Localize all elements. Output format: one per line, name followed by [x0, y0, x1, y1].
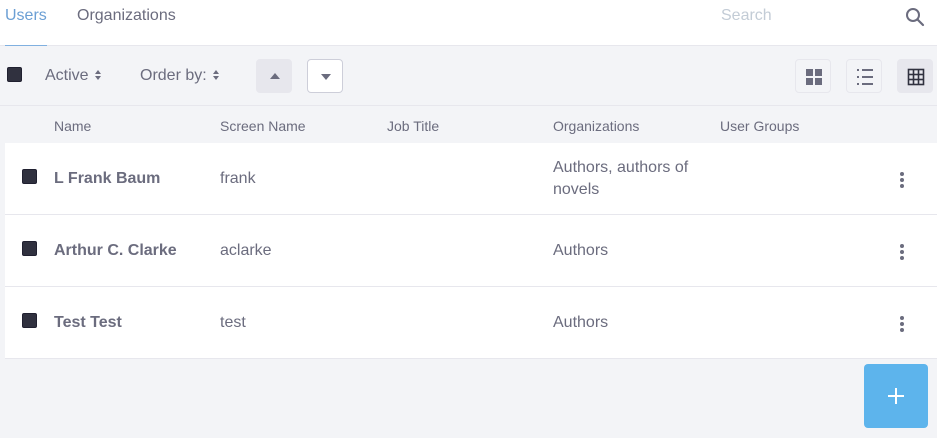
order-by-dropdown[interactable]: Order by:: [140, 67, 221, 85]
tab-users[interactable]: Users: [5, 0, 47, 47]
caret-up-down-icon: [94, 69, 103, 81]
sort-descending-button[interactable]: [307, 59, 343, 93]
row-checkbox[interactable]: [22, 313, 37, 328]
search-icon[interactable]: [904, 6, 926, 28]
caret-up-down-icon: [212, 69, 221, 81]
top-navigation: Users Organizations: [0, 0, 937, 47]
kebab-menu-icon[interactable]: [892, 242, 912, 262]
row-checkbox[interactable]: [22, 241, 37, 256]
search-input[interactable]: [712, 2, 892, 30]
organizations: Authors, authors of novels: [553, 159, 689, 198]
list-icon: [857, 69, 873, 85]
column-header-name: Name: [54, 118, 92, 134]
screen-name: frank: [220, 170, 256, 187]
column-header-user-groups: User Groups: [720, 118, 800, 134]
column-header-job-title: Job Title: [387, 118, 440, 134]
view-cards-button[interactable]: [795, 59, 831, 93]
view-table-button[interactable]: [897, 59, 933, 93]
cards-icon: [806, 69, 822, 85]
user-name-link[interactable]: L Frank Baum: [54, 170, 160, 188]
view-list-button[interactable]: [846, 59, 882, 93]
table-header: Name Screen Name Job Title Organizations…: [0, 106, 937, 143]
screen-name: aclarke: [220, 242, 272, 259]
table-body: L Frank Baum frank Authors, authors of n…: [5, 143, 937, 359]
table-icon: [907, 68, 925, 86]
organizations: Authors: [553, 242, 609, 259]
sort-ascending-button[interactable]: [256, 59, 292, 93]
caret-up-icon: [270, 73, 280, 79]
select-all-checkbox[interactable]: [7, 67, 22, 82]
table-row[interactable]: L Frank Baum frank Authors, authors of n…: [5, 143, 937, 215]
tab-organizations[interactable]: Organizations: [77, 0, 176, 46]
screen-name: test: [220, 314, 246, 331]
user-name-link[interactable]: Arthur C. Clarke: [54, 242, 177, 260]
filter-label: Active: [45, 67, 89, 84]
filter-dropdown[interactable]: Active: [45, 67, 103, 85]
organizations: Authors: [553, 314, 609, 331]
row-checkbox[interactable]: [22, 169, 37, 184]
column-header-organizations: Organizations: [553, 118, 640, 134]
order-by-label: Order by:: [140, 67, 207, 84]
user-name-link[interactable]: Test Test: [54, 314, 122, 332]
column-header-screen-name: Screen Name: [220, 118, 306, 134]
caret-down-icon: [321, 74, 331, 80]
table-row[interactable]: Arthur C. Clarke aclarke Authors: [5, 215, 937, 287]
kebab-menu-icon[interactable]: [892, 170, 912, 190]
kebab-menu-icon[interactable]: [892, 314, 912, 334]
table-row[interactable]: Test Test test Authors: [5, 287, 937, 359]
management-toolbar: Active Order by:: [0, 46, 937, 106]
add-user-button[interactable]: [864, 364, 928, 428]
